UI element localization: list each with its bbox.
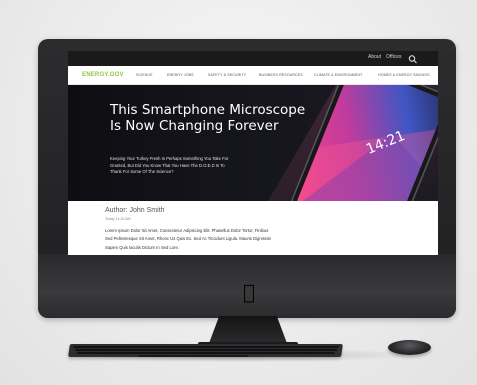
hero-banner: This Smartphone Microscope Is Now Changi… [68, 85, 438, 201]
search-icon[interactable] [408, 52, 418, 64]
hero-subtitle-line-1: Keeping Your Turkey Fresh Is Perhaps Som… [110, 156, 229, 161]
article-body-line-2: Sed Pellentesque Sit Amet, Rhonc Us Quis… [105, 236, 272, 241]
nav-item-climate-environment[interactable]: CLIMATE & ENVIRONMENT [314, 73, 362, 77]
main-nav: ENERGY.GOV SCIENCE ENERGY JOBS SAFETY & … [68, 66, 438, 85]
hero-subtitle-line-2: Granted, But Did You Know That You Have … [110, 162, 225, 168]
hero-subtitle: Keeping Your Turkey Fresh Is Perhaps Som… [110, 156, 250, 176]
article-section: Author: John Smith Today 11:32 AM Lorem … [68, 201, 438, 255]
nav-item-business-resources[interactable]: BUSINESS RESOURCES [259, 73, 303, 77]
mouse [388, 340, 431, 355]
keyboard-spacebar [138, 354, 249, 357]
hero-subtitle-line-3: Thank For Some Of The Science? [110, 169, 174, 175]
article-author: Author: John Smith [105, 207, 165, 214]
nav-item-science[interactable]: SCIENCE [136, 73, 153, 77]
offices-link[interactable]: Offices [386, 54, 401, 60]
hero-title-line-1: This Smartphone Microscope [110, 102, 306, 118]
nav-item-homes-energy-savings[interactable]: HOMES & ENERGY SAVINGS [378, 73, 430, 77]
nav-item-safety-security[interactable]: SAFETY & SECURITY [208, 73, 246, 77]
nav-item-energy-jobs[interactable]: ENERGY JOBS [167, 73, 194, 77]
hero-title-line-2: Is Now Changing Forever [110, 118, 279, 134]
keyboard [68, 344, 343, 357]
apple-logo-icon:  [243, 282, 255, 302]
keyboard-row-2 [74, 349, 338, 351]
keyboard-row-1 [73, 346, 339, 348]
article-body-line-3: Sapien Quis Iaculis Dictum In Sed Lore. [105, 245, 180, 250]
hero-title: This Smartphone Microscope Is Now Changi… [110, 102, 340, 134]
utility-bar: About Offices [68, 51, 438, 66]
imac-screen: About Offices ENERGY.GOV SCIENCE ENERGY … [68, 51, 438, 255]
article-date: Today 11:32 AM [105, 217, 131, 221]
article-body-line-1: Lorem Ipsum Dolor Sit Amet, Consectetur … [105, 228, 269, 233]
keyboard-row-3 [76, 352, 335, 354]
energy-gov-logo[interactable]: ENERGY.GOV [82, 72, 124, 78]
about-link[interactable]: About [368, 54, 381, 60]
